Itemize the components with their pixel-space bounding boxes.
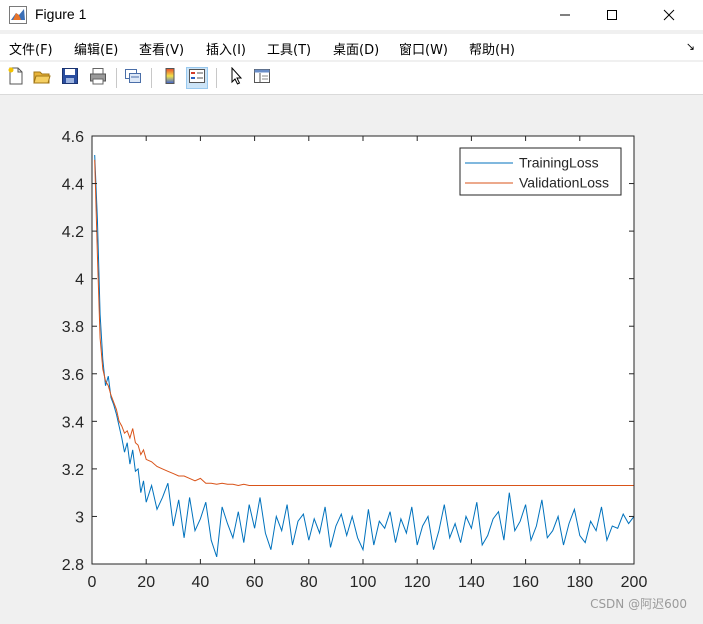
matlab-icon [9, 6, 27, 24]
menu-view[interactable]: 查看(V) [139, 39, 184, 58]
x-tick-label: 40 [192, 574, 210, 591]
maximize-icon [606, 6, 618, 25]
y-tick-label: 3.8 [62, 319, 84, 336]
colorbar-icon [161, 67, 179, 89]
legend[interactable]: TrainingLoss ValidationLoss [459, 147, 622, 196]
property-editor-button[interactable] [251, 67, 273, 89]
menu-insert[interactable]: 插入(I) [206, 39, 246, 58]
menu-edit[interactable]: 编辑(E) [74, 39, 118, 58]
pointer-icon [227, 66, 245, 89]
x-tick-label: 200 [621, 574, 648, 591]
axes-background [92, 136, 634, 564]
colorbar-button[interactable] [159, 67, 181, 89]
close-icon [663, 6, 675, 25]
y-tick-label: 4.4 [62, 177, 84, 194]
legend-label-training: TrainingLoss [519, 155, 599, 171]
maximize-button[interactable] [589, 0, 635, 30]
x-tick-label: 80 [300, 574, 318, 591]
menu-window[interactable]: 窗口(W) [399, 39, 448, 58]
property-editor-icon [253, 67, 271, 89]
menu-bar: 文件(F) 编辑(E) 查看(V) 插入(I) 工具(T) 桌面(D) 窗口(W… [0, 34, 703, 60]
title-bar: Figure 1 [0, 0, 703, 30]
x-tick-label: 20 [137, 574, 155, 591]
open-file-icon [33, 67, 51, 89]
menu-help[interactable]: 帮助(H) [469, 39, 515, 58]
menu-desktop[interactable]: 桌面(D) [333, 39, 379, 58]
loss-plot[interactable]: 0 20 40 60 80 100 120 140 160 180 200 2.8 3 3.2 3.4 3.6… [0, 95, 703, 620]
new-figure-button[interactable] [5, 67, 27, 89]
y-tick-label: 3.4 [62, 414, 84, 431]
menu-file[interactable]: 文件(F) [9, 39, 53, 58]
save-icon [61, 67, 79, 89]
legend-button[interactable] [186, 67, 208, 89]
print-icon [89, 67, 107, 89]
toolbar-separator [216, 68, 217, 88]
y-tick-label: 4.6 [62, 129, 84, 146]
y-tick-label: 3.6 [62, 367, 84, 384]
x-tick-label: 60 [246, 574, 264, 591]
print-button[interactable] [87, 67, 109, 89]
watermark: CSDN @阿迟600 [590, 597, 687, 611]
minimize-button[interactable] [542, 0, 588, 30]
toolbar-separator [151, 68, 152, 88]
figure-toolbar [0, 62, 703, 95]
figure-canvas[interactable]: 0 20 40 60 80 100 120 140 160 180 200 2.8 3 3.2 3.4 3.6… [0, 95, 703, 620]
legend-label-validation: ValidationLoss [519, 175, 609, 191]
toolbar-separator [116, 68, 117, 88]
y-tick-label: 3 [75, 509, 84, 526]
close-button[interactable] [646, 0, 692, 30]
save-button[interactable] [59, 67, 81, 89]
x-tick-label: 100 [350, 574, 377, 591]
open-file-button[interactable] [31, 67, 53, 89]
legend-icon [188, 67, 206, 89]
pointer-button[interactable] [225, 66, 247, 89]
minimize-icon [559, 6, 571, 25]
y-tick-label: 3.2 [62, 462, 84, 479]
link-plot-icon [124, 67, 142, 89]
menu-tools[interactable]: 工具(T) [267, 39, 311, 58]
x-tick-label: 160 [512, 574, 539, 591]
new-figure-icon [7, 67, 25, 89]
menu-overflow-icon[interactable]: ↘ [686, 40, 695, 53]
y-tick-label: 4.2 [62, 224, 84, 241]
y-tick-label: 2.8 [62, 557, 84, 574]
window-title: Figure 1 [35, 6, 87, 22]
link-plot-button[interactable] [122, 67, 144, 89]
y-tick-label: 4 [75, 272, 84, 289]
x-tick-label: 0 [88, 574, 97, 591]
x-tick-label: 120 [404, 574, 431, 591]
x-tick-label: 140 [458, 574, 485, 591]
x-tick-label: 180 [566, 574, 593, 591]
